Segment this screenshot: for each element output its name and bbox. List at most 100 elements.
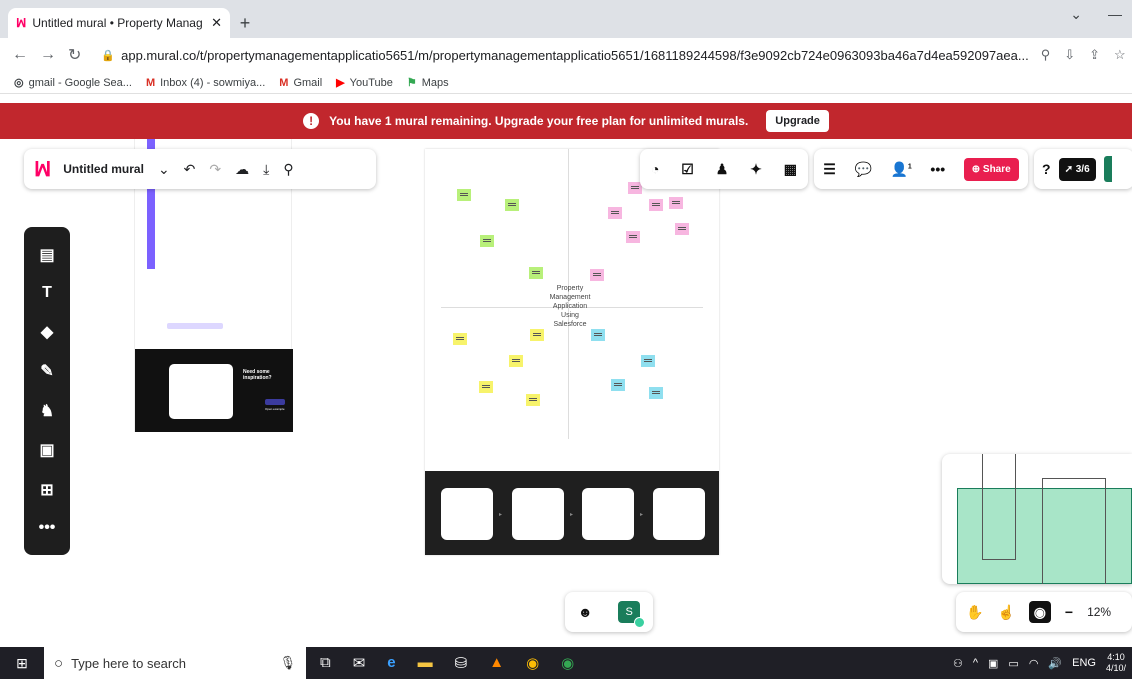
star-icon[interactable]: ☆: [1114, 47, 1126, 63]
bookmark-maps[interactable]: ⚑ Maps: [407, 76, 449, 90]
share-icon[interactable]: ⇪: [1089, 47, 1100, 63]
sticky-note-pink[interactable]: [590, 269, 604, 281]
emoji-icon[interactable]: ☻: [578, 604, 593, 620]
image-icon[interactable]: ▣: [39, 440, 54, 460]
sticky-note-pink[interactable]: [608, 207, 622, 219]
pointer-icon[interactable]: ☝: [997, 604, 1014, 621]
sticky-note-icon[interactable]: ▤: [39, 245, 54, 265]
task-view-icon[interactable]: ⧉: [320, 654, 331, 672]
chrome-profile-icon[interactable]: ◉: [561, 654, 574, 672]
sticky-note-yellow[interactable]: [509, 355, 523, 367]
sticky-note-green[interactable]: [480, 235, 494, 247]
llama-icon[interactable]: ♞: [40, 401, 54, 421]
toolkit-icon[interactable]: ▦: [784, 161, 797, 178]
search-icon[interactable]: ⚲: [283, 161, 293, 178]
language-indicator[interactable]: ENG: [1072, 657, 1096, 669]
voting-icon[interactable]: ☑: [681, 161, 694, 178]
sticky-note-blue[interactable]: [649, 387, 663, 399]
wifi-icon[interactable]: ◠: [1029, 657, 1039, 670]
sticky-note-blue[interactable]: [641, 355, 655, 367]
volume-icon[interactable]: 🔊: [1048, 657, 1062, 670]
close-icon[interactable]: ✕: [211, 15, 222, 31]
clock[interactable]: 4:10 4/10/: [1106, 652, 1126, 674]
timer-icon[interactable]: ◔: [651, 161, 659, 177]
text-icon[interactable]: T: [42, 284, 52, 302]
open-example-button[interactable]: Open example: [265, 399, 285, 411]
file-explorer-icon[interactable]: ▬: [418, 654, 433, 672]
outline-icon[interactable]: ☰: [823, 161, 836, 178]
step-thumbnail[interactable]: [582, 488, 634, 540]
network-icon[interactable]: ▣: [988, 657, 998, 670]
sticky-note-yellow[interactable]: [526, 394, 540, 406]
mural-logo-icon[interactable]: ꟽ: [34, 157, 51, 182]
step-thumbnail[interactable]: [512, 488, 564, 540]
reload-icon[interactable]: ↻: [68, 45, 81, 65]
hand-icon[interactable]: ✋: [966, 604, 983, 621]
sticky-note-green[interactable]: [457, 189, 471, 201]
sticky-note-yellow[interactable]: [479, 381, 493, 393]
sticky-note-pink[interactable]: [669, 197, 683, 209]
redo-icon[interactable]: ↷: [209, 161, 221, 178]
undo-icon[interactable]: ↶: [184, 161, 196, 178]
zoom-level[interactable]: 12%: [1087, 605, 1111, 619]
microphone-icon[interactable]: 🎙: [279, 655, 296, 671]
mural-board[interactable]: Property Management Application Using Sa…: [425, 149, 719, 555]
bookmark-youtube[interactable]: ▶ YouTube: [336, 76, 393, 90]
sticky-note-pink[interactable]: [675, 223, 689, 235]
edge-icon[interactable]: e: [387, 654, 395, 672]
templates-icon[interactable]: ⊞: [40, 480, 53, 500]
mural-title[interactable]: Untitled mural: [63, 162, 144, 176]
cloud-sync-icon[interactable]: ☁: [235, 161, 249, 178]
taskbar-search[interactable]: ○ Type here to search 🎙: [44, 647, 306, 679]
sticky-note-blue[interactable]: [591, 329, 605, 341]
upgrade-button[interactable]: Upgrade: [766, 110, 829, 132]
download-icon[interactable]: ⤓: [263, 161, 269, 178]
minimap[interactable]: [942, 454, 1132, 584]
sticky-note-blue[interactable]: [611, 379, 625, 391]
example-thumbnail[interactable]: [169, 364, 233, 419]
collaborators-icon[interactable]: 👤1: [890, 161, 911, 178]
vlc-icon[interactable]: ▲: [489, 654, 504, 672]
bookmark-gmail[interactable]: M Gmail: [279, 77, 322, 89]
sticky-note-yellow[interactable]: [530, 329, 544, 341]
laser-pointer-icon[interactable]: ✦: [750, 161, 762, 178]
chevron-up-icon[interactable]: ^: [973, 657, 978, 669]
people-icon[interactable]: ⚇: [953, 657, 963, 670]
share-button[interactable]: ⊕ Share: [963, 157, 1019, 181]
back-icon[interactable]: ←: [12, 46, 28, 64]
install-icon[interactable]: ⇩: [1064, 47, 1075, 63]
onboarding-button[interactable]: ➚ 3/6: [1058, 157, 1096, 181]
url-input[interactable]: 🔒 app.mural.co/t/propertymanagementappli…: [93, 42, 1028, 68]
battery-icon[interactable]: ▭: [1008, 657, 1018, 670]
more-icon[interactable]: •••: [930, 161, 945, 177]
store-icon[interactable]: ⛁: [455, 654, 468, 672]
comments-icon[interactable]: 💬: [854, 161, 871, 178]
shapes-icon[interactable]: ◆: [41, 322, 53, 342]
step-thumbnail[interactable]: [441, 488, 493, 540]
mail-icon[interactable]: ✉: [353, 654, 366, 672]
sticky-note-pink[interactable]: [649, 199, 663, 211]
step-thumbnail[interactable]: [653, 488, 705, 540]
chrome-icon[interactable]: ◉: [526, 654, 539, 672]
zoom-search-icon[interactable]: ⚲: [1041, 47, 1051, 63]
help-icon[interactable]: ?: [1042, 161, 1051, 177]
minimize-icon[interactable]: —: [1108, 6, 1122, 23]
sticky-note-pink[interactable]: [626, 231, 640, 243]
zoom-out-icon[interactable]: −: [1065, 604, 1073, 620]
mural-canvas[interactable]: Need some inspiration? Open example ꟽ Un…: [0, 139, 1132, 647]
bookmark-inbox[interactable]: M Inbox (4) - sowmiya...: [146, 77, 265, 89]
map-icon[interactable]: ◉: [1028, 601, 1051, 623]
forward-icon[interactable]: →: [40, 46, 56, 64]
bookmark-gmail-search[interactable]: ◎ gmail - Google Sea...: [14, 76, 132, 90]
sticky-note-green[interactable]: [529, 267, 543, 279]
avatar[interactable]: S: [618, 601, 646, 628]
sticky-note-yellow[interactable]: [453, 333, 467, 345]
browser-tab[interactable]: ꟽ Untitled mural • Property Manag ✕: [8, 8, 230, 38]
side-panel-tab[interactable]: [1103, 156, 1112, 182]
windows-start-icon[interactable]: ⊞: [0, 655, 44, 672]
more-icon[interactable]: •••: [39, 519, 56, 537]
sticky-note-green[interactable]: [505, 199, 519, 211]
pen-icon[interactable]: ✎: [40, 361, 53, 381]
private-mode-icon[interactable]: ♟: [716, 161, 729, 178]
new-tab-icon[interactable]: +: [234, 12, 256, 34]
